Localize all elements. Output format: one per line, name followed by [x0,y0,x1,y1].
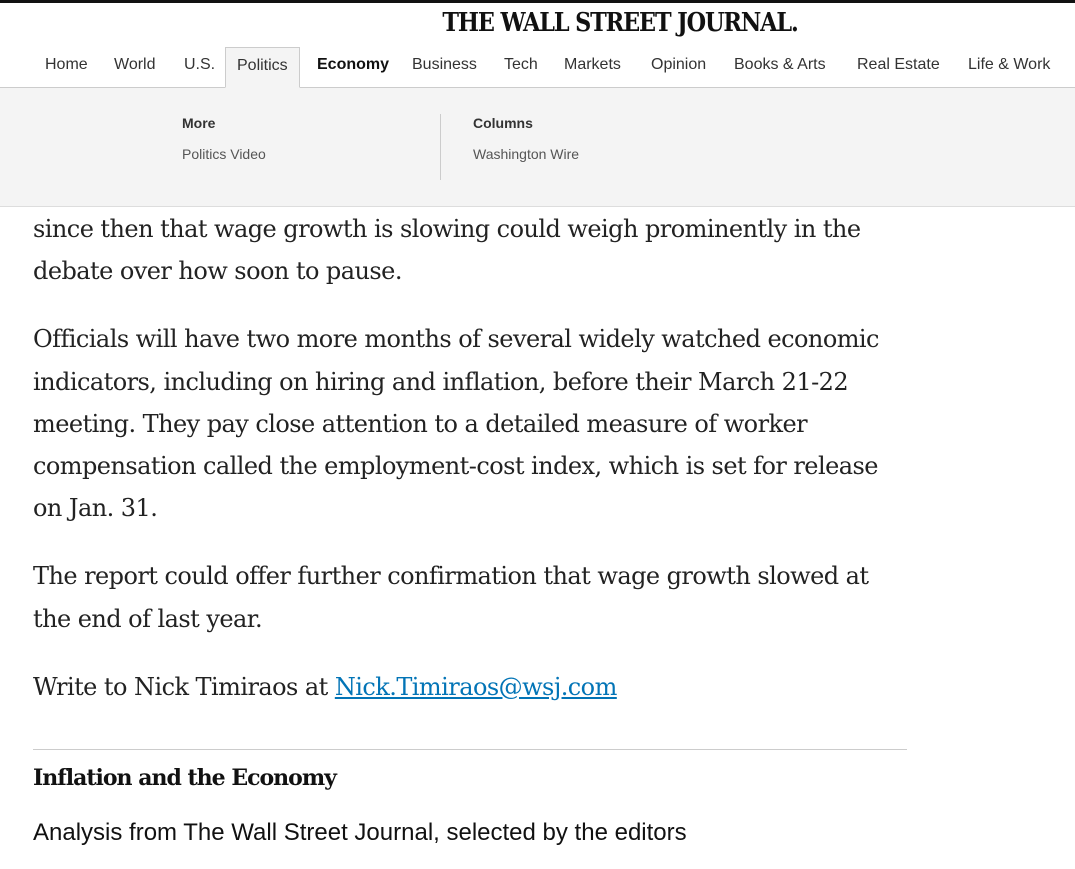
nav-item-markets[interactable]: Markets [564,48,621,87]
article-body: since then that wage growth is slowing c… [33,208,913,734]
nav-item-life-work[interactable]: Life & Work [968,48,1050,87]
subnav-divider [440,114,441,180]
nav-item-books-arts[interactable]: Books & Arts [734,48,826,87]
nav-item-world[interactable]: World [114,48,156,87]
wsj-logo[interactable]: THE WALL STREET JOURNAL. [87,8,1075,38]
section-subtitle: Analysis from The Wall Street Journal, s… [33,819,687,846]
subnav-link-washington-wire[interactable]: Washington Wire [473,146,579,162]
section-title[interactable]: Inflation and the Economy [33,765,337,791]
article-paragraph: since then that wage growth is slowing c… [33,215,861,286]
subnav-more-column: More Politics Video [182,115,266,162]
author-contact-prefix: Write to Nick Timiraos at [33,672,335,701]
subnav-link-politics-video[interactable]: Politics Video [182,146,266,162]
nav-item-opinion[interactable]: Opinion [651,48,706,87]
nav-item-real-estate[interactable]: Real Estate [857,48,940,87]
nav-item-tech[interactable]: Tech [504,48,538,87]
nav-item-business[interactable]: Business [412,48,477,87]
top-border [0,0,1075,3]
politics-subnav: More Politics Video Columns Washington W… [0,88,1075,207]
nav-item-economy[interactable]: Economy [317,48,389,87]
nav-item-us[interactable]: U.S. [184,48,215,87]
nav-item-home[interactable]: Home [45,48,88,87]
main-nav: Home World U.S. Politics Economy Busines… [0,46,1075,88]
article-paragraph: The report could offer further confirmat… [33,562,869,633]
article-paragraph: Officials will have two more months of s… [33,325,880,523]
subnav-columns-column: Columns Washington Wire [473,115,579,162]
nav-item-politics[interactable]: Politics [225,47,300,88]
subnav-columns-heading: Columns [473,115,533,131]
subnav-more-heading: More [182,115,216,131]
section-divider [33,749,907,750]
author-email-link[interactable]: Nick.Timiraos@wsj.com [335,673,618,701]
author-contact: Write to Nick Timiraos at Nick.Timiraos@… [33,666,913,708]
